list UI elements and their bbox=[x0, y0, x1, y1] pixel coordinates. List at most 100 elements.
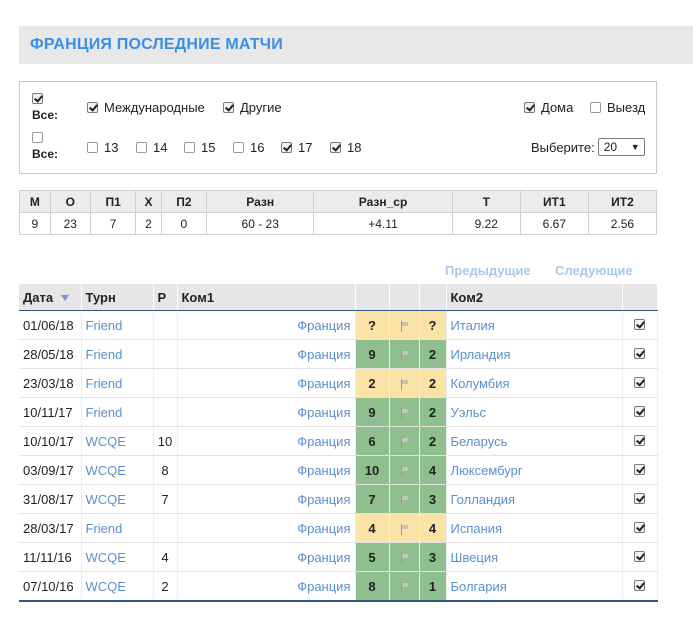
prev-page-link[interactable]: Предыдущие bbox=[445, 263, 531, 278]
match-tournament-link[interactable]: WCQE bbox=[81, 542, 154, 572]
year-14-checkbox[interactable] bbox=[136, 142, 147, 153]
filter-year-14[interactable]: 14 bbox=[136, 140, 167, 155]
year-15-checkbox[interactable] bbox=[184, 142, 195, 153]
filter-other[interactable]: Другие bbox=[223, 100, 282, 115]
column-header-date[interactable]: Дата bbox=[19, 284, 82, 311]
match-team2-link[interactable]: Болгария bbox=[446, 571, 623, 602]
filter-year-15[interactable]: 15 bbox=[184, 140, 215, 155]
match-team1-link[interactable]: Франция bbox=[177, 339, 356, 369]
filter-away[interactable]: Выезд bbox=[590, 100, 645, 115]
match-team2-link[interactable]: Люксембург bbox=[446, 455, 623, 485]
match-select-checkbox[interactable] bbox=[634, 550, 645, 562]
match-team1-link[interactable]: Франция bbox=[177, 484, 356, 514]
home-checkbox[interactable] bbox=[524, 102, 535, 113]
match-select bbox=[622, 455, 658, 485]
match-select-checkbox[interactable] bbox=[634, 318, 645, 330]
match-score2[interactable]: 3 bbox=[419, 542, 447, 572]
match-team1-link[interactable]: Франция bbox=[177, 426, 356, 456]
match-tournament-link[interactable]: WCQE bbox=[81, 455, 154, 485]
match-team1-link[interactable]: Франция bbox=[177, 368, 356, 398]
filter-year-17[interactable]: 17 bbox=[281, 140, 312, 155]
match-tournament-link[interactable]: Friend bbox=[81, 513, 154, 543]
match-team1-link[interactable]: Франция bbox=[177, 542, 356, 572]
years-all-checkbox[interactable] bbox=[32, 132, 43, 143]
match-team2-link[interactable]: Голландия bbox=[446, 484, 623, 514]
match-team1-link[interactable]: Франция bbox=[177, 397, 356, 427]
match-team2-link[interactable]: Испания bbox=[446, 513, 623, 543]
match-select-checkbox[interactable] bbox=[634, 492, 645, 504]
year-17-checkbox[interactable] bbox=[281, 142, 292, 153]
match-team2-link[interactable]: Беларусь bbox=[446, 426, 623, 456]
tournament-all-checkbox[interactable] bbox=[32, 93, 43, 104]
match-row: 01/06/18 Friend Франция?? Италия bbox=[19, 310, 658, 340]
match-score2[interactable]: 4 bbox=[419, 455, 447, 485]
match-select-checkbox[interactable] bbox=[634, 347, 645, 359]
match-score1[interactable]: 2 bbox=[355, 368, 390, 398]
match-team2-link[interactable]: Ирландия bbox=[446, 339, 623, 369]
match-team1-link[interactable]: Франция bbox=[177, 513, 356, 543]
match-score2[interactable]: ? bbox=[419, 310, 447, 340]
filter-year-16[interactable]: 16 bbox=[233, 140, 264, 155]
match-select-checkbox[interactable] bbox=[634, 463, 645, 475]
match-score1[interactable]: ? bbox=[355, 310, 390, 340]
year-18-checkbox[interactable] bbox=[330, 142, 341, 153]
filter-year-18[interactable]: 18 bbox=[330, 140, 361, 155]
stats-value-it1: 6.67 bbox=[519, 212, 589, 235]
flag-icon bbox=[400, 320, 409, 332]
tournament-all-toggle[interactable]: Все: bbox=[32, 93, 58, 122]
match-score1[interactable]: 4 bbox=[355, 513, 390, 543]
match-tournament-link[interactable]: WCQE bbox=[81, 571, 154, 602]
match-tournament-link[interactable]: Friend bbox=[81, 397, 154, 427]
match-tournament-link[interactable]: Friend bbox=[81, 339, 154, 369]
column-header-round: Р bbox=[153, 284, 178, 311]
match-score1[interactable]: 6 bbox=[355, 426, 390, 456]
count-select[interactable]: 20 ▼ bbox=[597, 138, 645, 156]
year-17-label: 17 bbox=[298, 140, 313, 155]
match-score2[interactable]: 2 bbox=[419, 397, 447, 427]
match-tournament-link[interactable]: Friend bbox=[81, 310, 154, 340]
match-team1-link[interactable]: Франция bbox=[177, 571, 356, 602]
match-score1[interactable]: 9 bbox=[355, 339, 390, 369]
match-row: 23/03/18 Friend Франция 2 2 Колумбия bbox=[19, 368, 658, 398]
match-score2[interactable]: 2 bbox=[419, 426, 447, 456]
match-select-checkbox[interactable] bbox=[634, 405, 645, 417]
match-team1-link[interactable]: Франция bbox=[177, 310, 356, 340]
match-team2-link[interactable]: Италия bbox=[446, 310, 623, 340]
stats-header-diff: Разн bbox=[206, 190, 315, 213]
match-score2[interactable]: 4 bbox=[419, 513, 447, 543]
next-page-link[interactable]: Следующие bbox=[555, 263, 633, 278]
match-select bbox=[622, 571, 658, 602]
match-tournament-link[interactable]: WCQE bbox=[81, 426, 154, 456]
match-team1-link[interactable]: Франция bbox=[177, 455, 356, 485]
match-select-checkbox[interactable] bbox=[634, 376, 645, 388]
match-team2-link[interactable]: Уэльс bbox=[446, 397, 623, 427]
match-tournament-link[interactable]: Friend bbox=[81, 368, 154, 398]
filter-home[interactable]: Дома bbox=[524, 100, 573, 115]
match-select-checkbox[interactable] bbox=[634, 521, 645, 533]
match-score1[interactable]: 7 bbox=[355, 484, 390, 514]
away-checkbox[interactable] bbox=[590, 102, 601, 113]
match-select-checkbox[interactable] bbox=[634, 579, 645, 591]
match-team2-link[interactable]: Колумбия bbox=[446, 368, 623, 398]
match-score2[interactable]: 3 bbox=[419, 484, 447, 514]
years-all-toggle[interactable]: Все: bbox=[32, 132, 58, 161]
year-16-checkbox[interactable] bbox=[233, 142, 244, 153]
year-13-checkbox[interactable] bbox=[87, 142, 98, 153]
match-score1[interactable]: 8 bbox=[355, 571, 390, 602]
match-score1[interactable]: 10 bbox=[355, 455, 390, 485]
match-round: 4 bbox=[153, 542, 178, 572]
stats-header-p2: П2 bbox=[160, 190, 208, 213]
match-score2[interactable]: 2 bbox=[419, 368, 447, 398]
match-score2[interactable]: 1 bbox=[419, 571, 447, 602]
match-select-checkbox[interactable] bbox=[634, 434, 645, 446]
filter-international[interactable]: Международные bbox=[87, 100, 205, 115]
match-score1[interactable]: 9 bbox=[355, 397, 390, 427]
filter-year-13[interactable]: 13 bbox=[87, 140, 118, 155]
match-score1[interactable]: 5 bbox=[355, 542, 390, 572]
match-select bbox=[622, 397, 658, 427]
other-checkbox[interactable] bbox=[223, 102, 234, 113]
match-team2-link[interactable]: Швеция bbox=[446, 542, 623, 572]
match-tournament-link[interactable]: WCQE bbox=[81, 484, 154, 514]
international-checkbox[interactable] bbox=[87, 102, 98, 113]
match-score2[interactable]: 2 bbox=[419, 339, 447, 369]
